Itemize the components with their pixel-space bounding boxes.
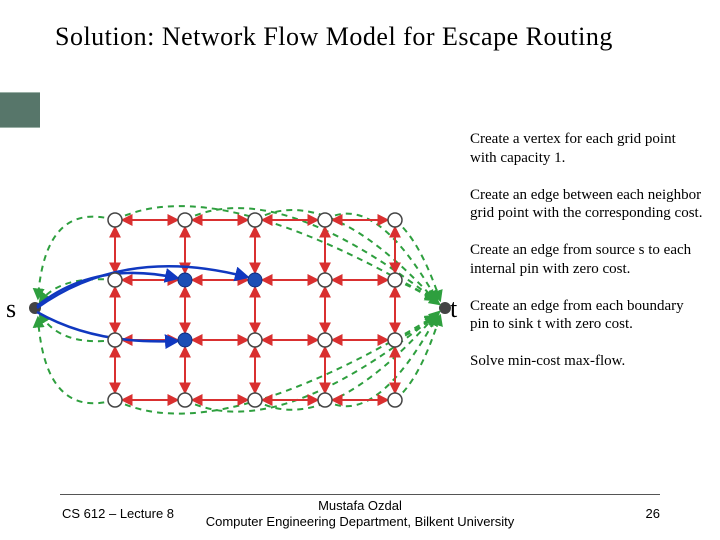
- footer-affil: Mustafa Ozdal Computer Engineering Depar…: [0, 498, 720, 529]
- step-4: Create an edge from each boundary pin to…: [470, 297, 705, 335]
- algorithm-steps: Create a vertex for each grid point with…: [470, 130, 705, 389]
- accent-bar: [0, 92, 40, 128]
- page-title: Solution: Network Flow Model for Escape …: [55, 22, 680, 52]
- step-3: Create an edge from source s to each int…: [470, 241, 705, 279]
- step-5: Solve min-cost max-flow.: [470, 352, 705, 371]
- page-number: 26: [646, 506, 660, 521]
- footer-rule: [60, 494, 660, 495]
- step-2: Create an edge between each neighbor gri…: [470, 186, 705, 224]
- footer-dept: Computer Engineering Department, Bilkent…: [206, 514, 515, 529]
- flow-diagram: [15, 180, 465, 445]
- footer-author: Mustafa Ozdal: [318, 498, 402, 513]
- step-1: Create a vertex for each grid point with…: [470, 130, 705, 168]
